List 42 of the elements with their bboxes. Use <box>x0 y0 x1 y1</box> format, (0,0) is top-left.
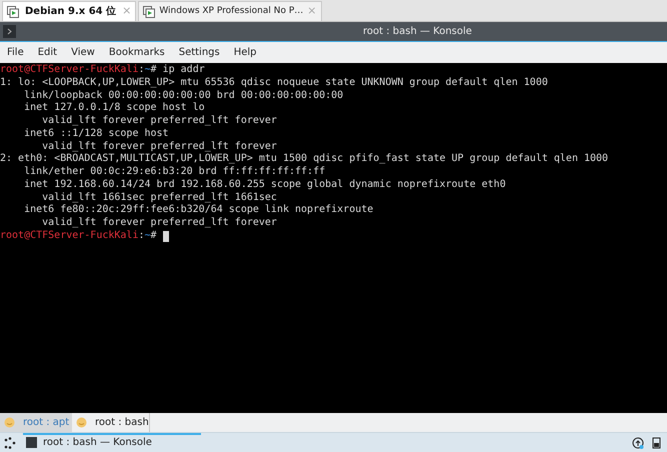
vm-tab[interactable]: Debian 9.x 64 位 × <box>2 1 136 21</box>
menu-item[interactable]: Settings <box>172 45 226 60</box>
terminal-output-line: valid_lft forever preferred_lft forever <box>41 217 278 230</box>
terminal-output-line: valid_lft forever preferred_lft forever <box>41 140 278 153</box>
prompt-user-host: root@CTFServer-FuckKali <box>0 230 138 242</box>
prompt-separator: : <box>138 230 145 242</box>
update-icon[interactable] <box>632 436 644 448</box>
vm-icon <box>7 6 19 18</box>
smiley-icon <box>4 417 15 428</box>
window-title: root : bash — Konsole <box>363 25 472 39</box>
vm-tab[interactable]: Windows XP Professional No P… × <box>138 1 322 21</box>
menu-item[interactable]: Help <box>228 45 263 60</box>
menu-item[interactable]: Edit <box>32 45 64 60</box>
prompt-path: ~ <box>144 230 151 242</box>
terminal-output-line: inet 192.168.60.14/24 brd 192.168.60.255 scope global dynamic noprefixroute eth0 <box>23 178 507 192</box>
prompt-path: ~ <box>144 64 151 77</box>
prompt-symbol: # <box>150 64 158 77</box>
terminal-icon <box>26 437 37 448</box>
menu-item[interactable]: Bookmarks <box>102 45 171 60</box>
device-icon[interactable] <box>652 436 661 448</box>
terminal-output-line: link/ether 00:0c:29:e6:b3:20 brd ff:ff:ff:ff:ff:ff <box>23 166 326 179</box>
konsole-app-icon <box>3 25 16 38</box>
terminal-output-line: valid_lft 1661sec preferred_lft 1661sec <box>41 192 278 204</box>
menu-item[interactable]: View <box>65 45 101 60</box>
terminal-output-line: valid_lft forever preferred_lft forever <box>41 115 278 128</box>
terminal-output-line: inet 127.0.0.1/8 scope host lo <box>23 102 206 115</box>
terminal-output-line: link/loopback 00:00:00:00:00:00 brd 00:00:00:00:00:00 <box>23 90 344 102</box>
terminal-output-line: inet6 fe80::20c:29ff:fee6:b320/64 scope link noprefixroute <box>23 204 374 217</box>
menu-item[interactable]: File <box>1 45 30 60</box>
prompt-symbol: # <box>150 230 158 242</box>
taskbar-task[interactable]: root : bash — Konsole <box>26 435 152 450</box>
vm-icon <box>143 6 156 18</box>
command-text: ip addr <box>162 64 205 77</box>
terminal-output-line: 2: eth0: <BROADCAST,MULTICAST,UP,LOWER_UP> mtu 1500 qdisc pfifo_fast state UP group default qlen 1000 <box>0 153 610 166</box>
smiley-icon <box>76 417 87 428</box>
prompt-separator: : <box>138 64 145 77</box>
tab-label: Windows XP Professional No P… <box>159 4 304 18</box>
terminal-output-line: 1: lo: <LOOPBACK,UP,LOWER_UP> mtu 65536 qdisc noqueue state UNKNOWN group default qlen 1000 <box>0 76 549 90</box>
launcher-icon[interactable] <box>4 436 16 448</box>
prompt-user-host: root@CTFServer-FuckKali <box>0 64 138 77</box>
terminal-output-line: inet6 ::1/128 scope host <box>23 128 170 140</box>
tab-label: Debian 9.x 64 位 <box>25 4 116 19</box>
